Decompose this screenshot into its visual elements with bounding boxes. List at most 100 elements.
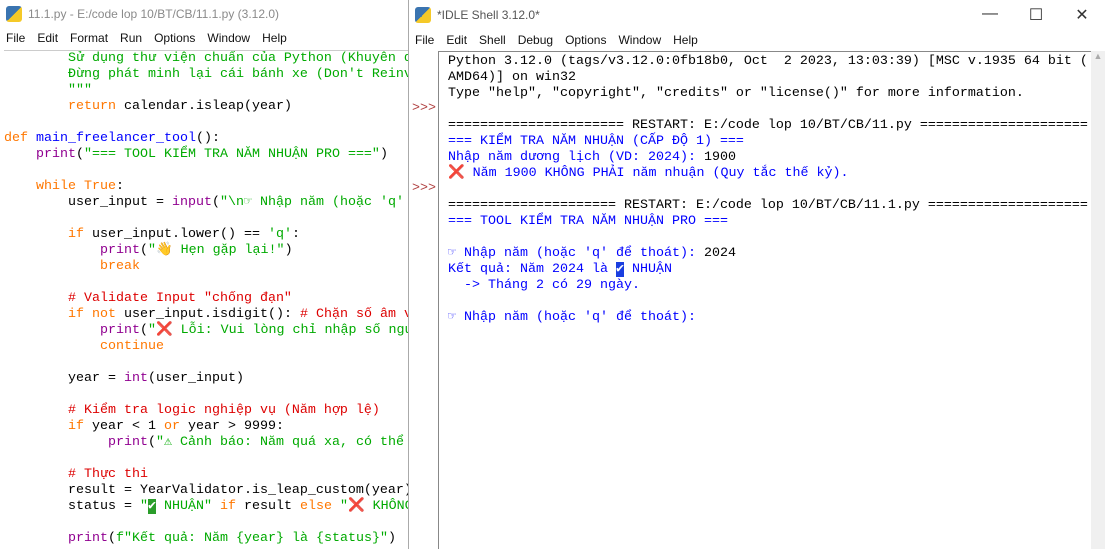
code-line: def main_freelancer_tool(): (4, 131, 408, 147)
code-token: "❌ Lỗi: Vui lòng chỉ nhập số nguyên dươn… (147, 323, 408, 338)
code-token: year < 1 (84, 419, 164, 434)
code-token: NHUẬN" (156, 499, 213, 514)
code-line: print("❌ Lỗi: Vui lòng chỉ nhập số nguyê… (4, 323, 408, 339)
code-token: def (4, 131, 36, 146)
code-line: Python 3.12.0 (tags/v3.12.0:0fb18b0, Oct… (448, 54, 1088, 70)
code-token: return (68, 99, 116, 114)
code-token: or (163, 419, 180, 434)
code-token: user_input.lower() == (84, 227, 268, 242)
code-line: -> Tháng 2 có 29 ngày. (448, 278, 1088, 294)
menu-help[interactable]: Help (667, 33, 704, 47)
code-line: # Validate Input "chống đạn" (4, 291, 408, 307)
code-editor[interactable]: Sử dụng thư viện chuẩn của Python (Khuyê… (4, 50, 408, 547)
code-token: if not (68, 307, 116, 322)
code-token: ✔ (147, 499, 157, 514)
python-icon (6, 6, 22, 22)
menu-run[interactable]: Run (114, 31, 148, 45)
code-token: ( (211, 195, 220, 210)
prompt-gutter: >>> >>> (412, 53, 436, 197)
code-token: ( (147, 435, 156, 450)
menu-file[interactable]: File (0, 31, 31, 45)
code-token: "\n☞ Nhập năm (hoặc 'q' để thoát): " (219, 195, 404, 210)
code-token: user_input = (4, 195, 172, 210)
code-line: while True: (4, 179, 408, 195)
code-token: === KIỂM TRA NĂM NHUẬN (CẤP ĐỘ 1) === (448, 134, 744, 149)
prompt-marker: >>> (412, 181, 436, 196)
code-token: === TOOL KIỂM TRA NĂM NHUẬN PRO === (448, 214, 728, 229)
code-line: # Thực thi (4, 467, 408, 483)
maximize-button[interactable]: ☐ (1013, 5, 1059, 25)
code-token: calendar.isleap(year) (116, 99, 292, 114)
menu-edit[interactable]: Edit (31, 31, 64, 45)
minimize-button[interactable]: — (967, 5, 1013, 25)
close-button[interactable]: ✕ (1059, 5, 1105, 25)
menu-file[interactable]: File (409, 33, 440, 47)
shell-text[interactable]: Python 3.12.0 (tags/v3.12.0:0fb18b0, Oct… (448, 54, 1088, 326)
shell-output-area[interactable]: Python 3.12.0 (tags/v3.12.0:0fb18b0, Oct… (438, 51, 1092, 549)
code-token: break (99, 259, 140, 274)
gutter-line (412, 165, 436, 181)
code-token: (): (195, 131, 220, 146)
scroll-up-icon[interactable]: ▲ (1094, 51, 1103, 61)
code-line: print("=== TOOL KIỂM TRA NĂM NHUẬN PRO =… (4, 147, 408, 163)
code-token: ( (139, 323, 148, 338)
editor-window: 11.1.py - E:/code lop 10/BT/CB/11.1.py (… (0, 0, 408, 549)
menu-window[interactable]: Window (612, 33, 667, 47)
code-token: ☞ Nhập năm (hoặc 'q' để thoát): (448, 310, 704, 325)
code-token: # Thực thi (4, 467, 148, 482)
python-icon (415, 7, 431, 23)
menu-shell[interactable]: Shell (473, 33, 512, 47)
menu-options[interactable]: Options (559, 33, 612, 47)
code-token: AMD64)] on win32 (448, 70, 576, 85)
menu-help[interactable]: Help (256, 31, 293, 45)
code-token: : (115, 179, 124, 194)
menu-format[interactable]: Format (64, 31, 114, 45)
code-token: " (139, 499, 148, 514)
code-token: input (171, 195, 212, 210)
code-token: ====================== RESTART: E:/code … (448, 118, 1088, 133)
code-token: else (300, 499, 333, 514)
code-line: # Kiểm tra logic nghiệp vụ (Năm hợp lệ) (4, 403, 408, 419)
code-line: year = int(user_input) (4, 371, 408, 387)
gutter-line (412, 69, 436, 85)
code-line: if not user_input.isdigit(): # Chặn số â… (4, 307, 408, 323)
code-line: print("👋 Hẹn gặp lại!") (4, 243, 408, 259)
code-token: f"Kết quả: Năm {year} là {status}" (116, 531, 388, 546)
code-line: """ (4, 83, 408, 99)
code-token: result (236, 499, 301, 514)
menu-window[interactable]: Window (201, 31, 256, 45)
vertical-scrollbar[interactable]: ▲ (1091, 51, 1105, 549)
prompt-marker: >>> (412, 101, 436, 116)
code-token: Đừng phát minh lại cái bánh xe (Don't Re… (4, 67, 408, 82)
code-line: AMD64)] on win32 (448, 70, 1088, 86)
code-line: === KIỂM TRA NĂM NHUẬN (CẤP ĐỘ 1) === (448, 134, 1088, 150)
code-line: ☞ Nhập năm (hoặc 'q' để thoát): 2024 (448, 246, 1088, 262)
code-token: while True (36, 179, 116, 194)
code-token: if (68, 227, 84, 242)
code-token: """ (4, 83, 92, 98)
code-line: if user_input.lower() == 'q': (4, 227, 408, 243)
menu-edit[interactable]: Edit (440, 33, 473, 47)
menu-debug[interactable]: Debug (512, 33, 559, 47)
code-token: if (212, 499, 237, 514)
code-token: ) (387, 531, 396, 546)
code-line: if year < 1 or year > 9999: (4, 419, 408, 435)
gutter-line (412, 133, 436, 149)
code-token: user_input.isdigit(): (116, 307, 300, 322)
code-token: -> Tháng 2 có 29 ngày. (448, 278, 640, 293)
code-line: return calendar.isleap(year) (4, 99, 408, 115)
code-line: Kết quả: Năm 2024 là ✔ NHUẬN (448, 262, 1088, 278)
shell-title: *IDLE Shell 3.12.0* (437, 8, 540, 22)
menu-options[interactable]: Options (148, 31, 201, 45)
